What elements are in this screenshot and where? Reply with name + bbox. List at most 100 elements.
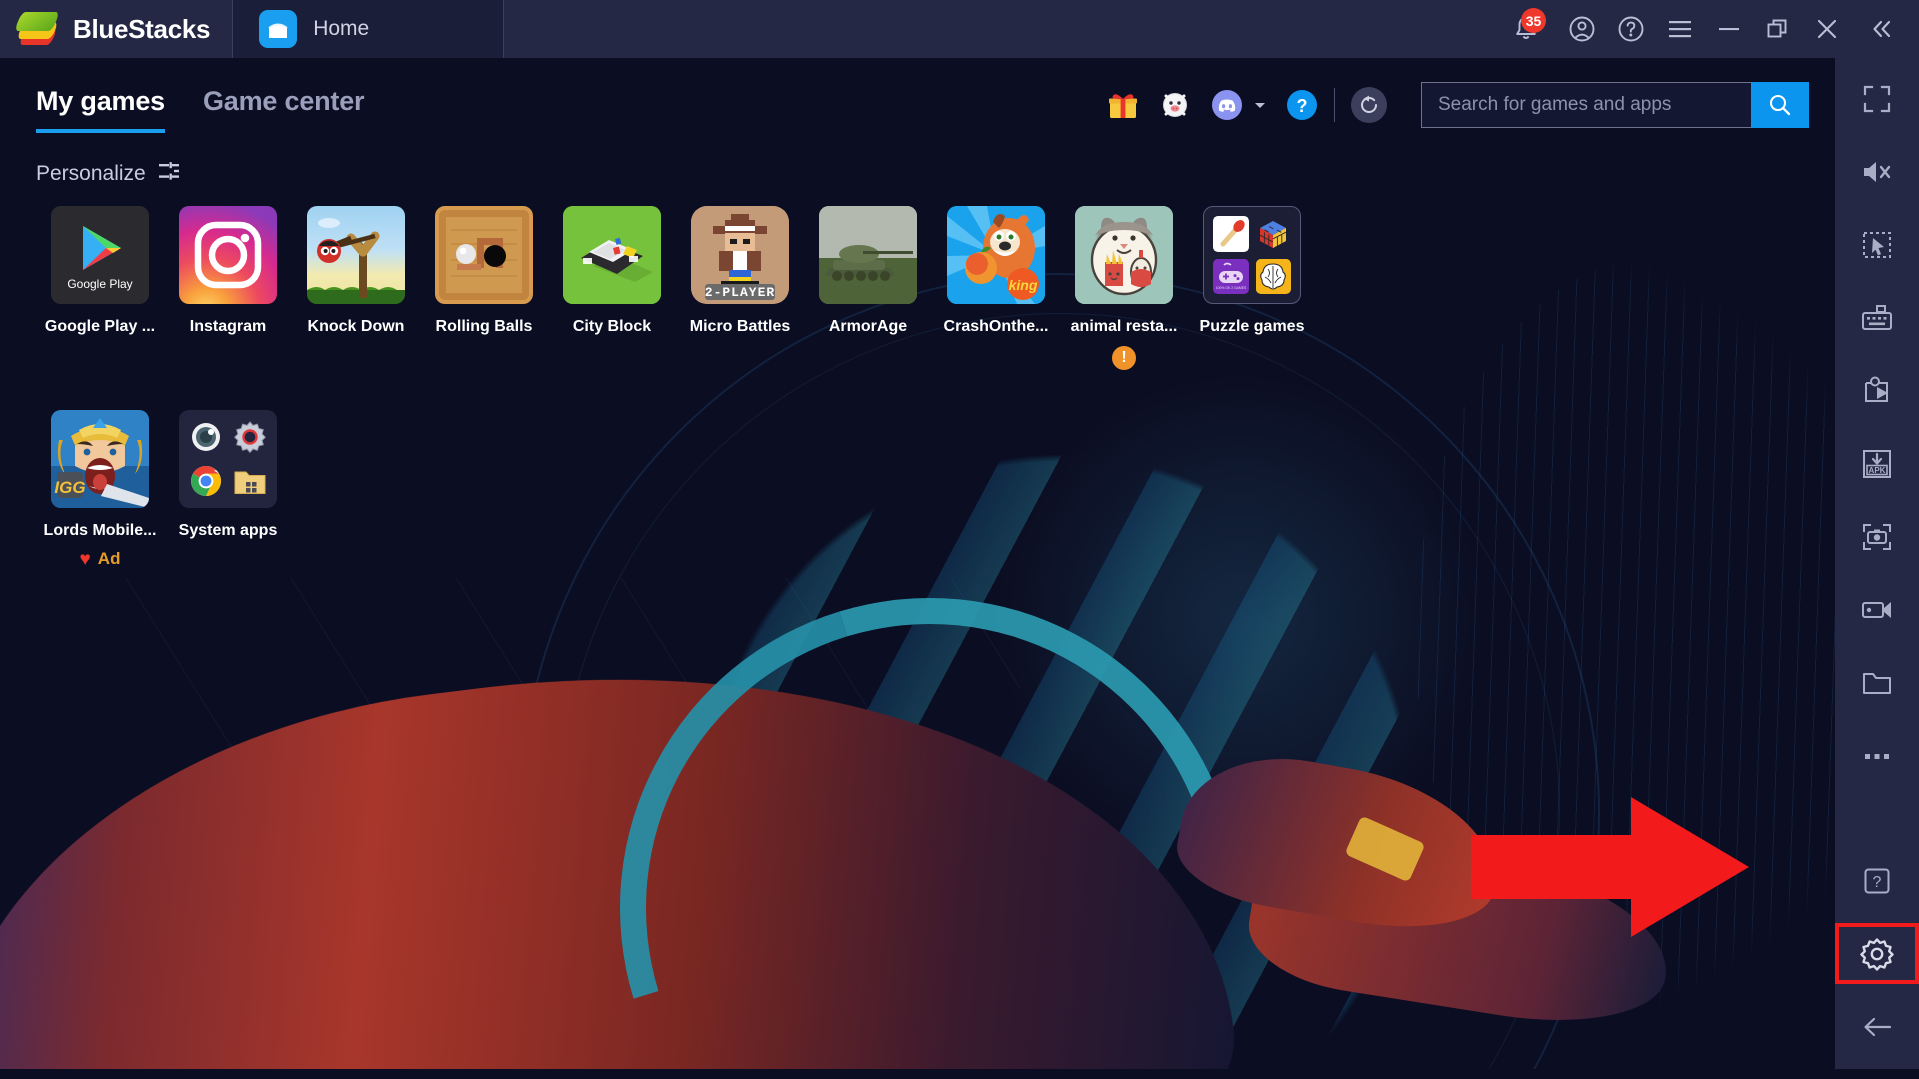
google-play-icon: Google Play <box>51 206 149 304</box>
tab-my-games[interactable]: My games <box>36 86 165 133</box>
brand-name: BlueStacks <box>73 13 211 44</box>
app-armorage[interactable]: ArmorAge <box>804 200 932 370</box>
svg-text:king: king <box>1009 277 1038 293</box>
account-button[interactable] <box>1557 0 1606 58</box>
cursor-select-icon[interactable] <box>1835 214 1919 275</box>
apps-grid-row-2: IGG Lords Mobile... ♥ Ad System apps <box>0 404 1835 569</box>
matchstick-icon <box>1213 216 1249 252</box>
search-button[interactable] <box>1751 82 1809 128</box>
install-apk-icon[interactable]: APK <box>1835 433 1919 494</box>
app-google-play[interactable]: Google Play Google Play ... <box>36 200 164 370</box>
bottom-strip <box>0 1069 1919 1079</box>
svg-text:2-PLAYER: 2-PLAYER <box>705 285 775 300</box>
window-tab-label: Home <box>313 17 370 40</box>
main-stage: ? Search for games and apps My games Gam… <box>0 58 1835 1069</box>
app-label: animal resta... <box>1070 318 1178 335</box>
app-label: Lords Mobile... <box>43 522 157 539</box>
personalize-row[interactable]: Personalize <box>0 133 1835 200</box>
titlebar-spacer <box>504 0 1495 58</box>
gift-icon[interactable] <box>1106 88 1140 122</box>
titlebar-actions: 35 <box>1495 0 1919 58</box>
sliders-icon[interactable] <box>158 161 180 186</box>
fullscreen-icon[interactable] <box>1835 68 1919 129</box>
app-label: CrashOnthe... <box>943 318 1049 335</box>
svg-text:?: ? <box>1873 874 1882 891</box>
app-animal-restaurant[interactable]: animal resta... ! <box>1060 200 1188 370</box>
back-arrow-icon[interactable] <box>1835 996 1919 1057</box>
help-button[interactable] <box>1606 0 1655 58</box>
home-icon <box>259 10 298 48</box>
window-tab-home[interactable]: Home <box>232 0 505 58</box>
app-rolling-balls[interactable]: Rolling Balls <box>420 200 548 370</box>
right-sidebar: APK ? <box>1835 58 1919 1069</box>
media-folder-icon[interactable] <box>1835 652 1919 713</box>
chrome-icon <box>188 463 225 500</box>
bluestacks-window: BlueStacks Home 35 ? Search for games an… <box>0 0 1919 1079</box>
tab-game-center[interactable]: Game center <box>203 86 365 133</box>
more-options-icon[interactable] <box>1835 725 1919 786</box>
camera-icon <box>188 419 225 456</box>
discord-icon[interactable] <box>1210 88 1244 122</box>
status-badge-warning: ! <box>1112 346 1136 370</box>
brain-icon <box>1255 258 1291 294</box>
brand-area: BlueStacks <box>0 0 232 58</box>
gamepad-icon: 100% OK 2 GAMES <box>1213 258 1249 294</box>
ad-indicator: ♥ Ad <box>80 549 121 569</box>
app-micro-battles[interactable]: 2-PLAYER Micro Battles <box>676 200 804 370</box>
record-video-icon[interactable] <box>1835 579 1919 640</box>
search-bar <box>1421 82 1809 128</box>
app-instagram[interactable]: Instagram <box>164 200 292 370</box>
minimize-button[interactable] <box>1704 0 1753 58</box>
settings-gear-icon <box>232 419 269 456</box>
menu-button[interactable] <box>1655 0 1704 58</box>
toolbar-divider <box>1334 88 1335 122</box>
chevron-down-icon[interactable] <box>1252 97 1268 113</box>
ad-label: Ad <box>97 549 121 568</box>
notifications-button[interactable]: 35 <box>1495 0 1557 58</box>
piggy-bank-icon[interactable] <box>1158 88 1192 122</box>
app-label: Knock Down <box>307 318 405 335</box>
mute-icon[interactable] <box>1835 141 1919 202</box>
personalize-label: Personalize <box>36 161 146 185</box>
app-lords-mobile[interactable]: IGG Lords Mobile... ♥ Ad <box>36 404 164 569</box>
collapse-sidebar-button[interactable] <box>1851 0 1913 58</box>
svg-text:Google Play: Google Play <box>67 277 132 291</box>
app-folder-puzzle-games[interactable]: 100% OK 2 GAMES Puzzle games <box>1188 200 1316 370</box>
macro-recorder-icon[interactable] <box>1835 360 1919 421</box>
folder-puzzle-games-icon: 100% OK 2 GAMES <box>1203 206 1301 304</box>
refresh-counterclockwise-icon[interactable] <box>1351 87 1387 123</box>
file-manager-icon <box>232 463 269 500</box>
apps-grid-row-1: Google Play Google Play ... Instagram Kn… <box>0 200 1835 370</box>
body-row: ? Search for games and apps My games Gam… <box>0 58 1919 1069</box>
screenshot-icon[interactable] <box>1835 506 1919 567</box>
app-label: Micro Battles <box>689 318 791 335</box>
bluestacks-logo-icon <box>14 10 60 48</box>
toolbar-icon-group: ? <box>1106 88 1318 122</box>
instagram-icon <box>179 206 277 304</box>
svg-text:IGG: IGG <box>54 478 85 497</box>
knock-down-icon <box>307 206 405 304</box>
help-square-icon[interactable]: ? <box>1835 850 1919 911</box>
search-input[interactable] <box>1421 82 1751 128</box>
app-knock-down[interactable]: Knock Down <box>292 200 420 370</box>
settings-gear-icon[interactable] <box>1835 923 1919 984</box>
app-city-block[interactable]: City Block <box>548 200 676 370</box>
app-label: Puzzle games <box>1199 318 1305 335</box>
title-bar: BlueStacks Home 35 <box>0 0 1919 58</box>
rolling-balls-icon <box>435 206 533 304</box>
animal-restaurant-icon <box>1075 206 1173 304</box>
stage-content: My games Game center Personalize Google … <box>0 58 1835 569</box>
app-label: Google Play ... <box>44 318 156 335</box>
restore-window-button[interactable] <box>1753 0 1802 58</box>
micro-battles-icon: 2-PLAYER <box>691 206 789 304</box>
app-crash-on-the-run[interactable]: king CrashOnthe... <box>932 200 1060 370</box>
svg-text:APK: APK <box>1869 466 1886 475</box>
app-label: System apps <box>178 522 278 539</box>
blue-help-icon[interactable]: ? <box>1286 89 1318 121</box>
folder-system-apps-icon <box>179 410 277 508</box>
app-folder-system-apps[interactable]: System apps <box>164 404 292 569</box>
keyboard-controls-icon[interactable] <box>1835 287 1919 348</box>
close-button[interactable] <box>1802 0 1851 58</box>
armorage-icon <box>819 206 917 304</box>
crash-bandicoot-icon: king <box>947 206 1045 304</box>
